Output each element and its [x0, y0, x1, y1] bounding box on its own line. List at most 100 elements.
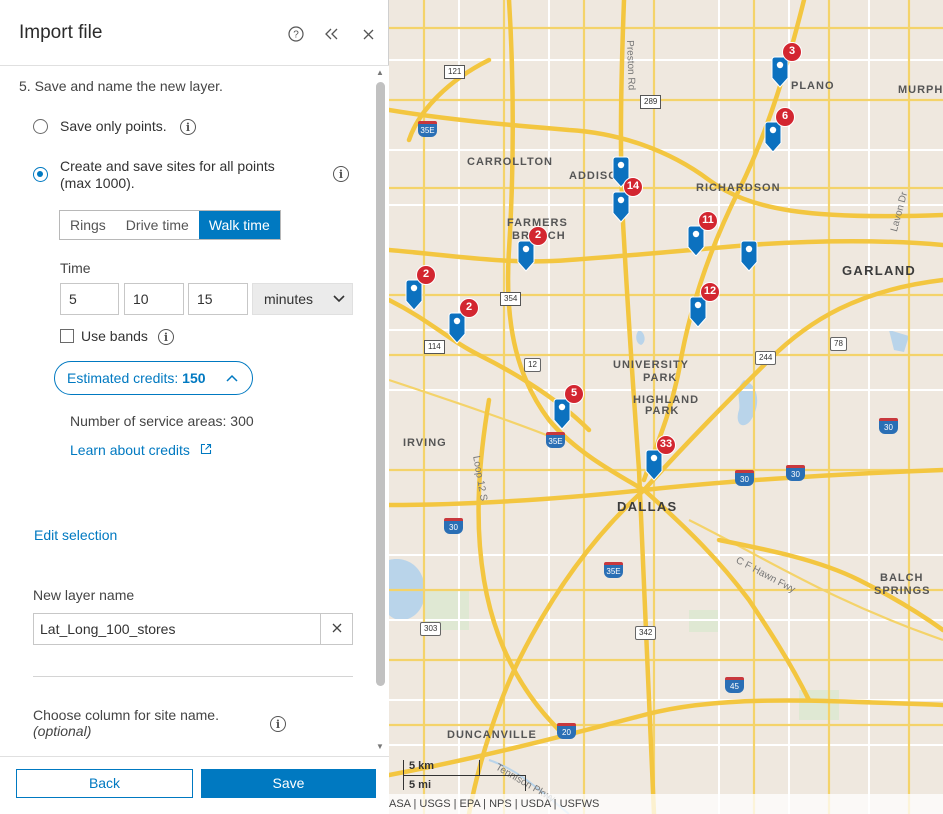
chevron-down-icon: [333, 284, 345, 324]
credits-value: 150: [182, 370, 206, 386]
chevrons-left-icon[interactable]: [322, 24, 342, 44]
service-areas-text: Number of service areas: 300: [70, 413, 254, 429]
scale-km-label: 5 km: [409, 760, 435, 772]
place-label: MURPH: [898, 84, 943, 96]
scale-tick: [403, 760, 404, 790]
cluster-count-badge[interactable]: 2: [528, 226, 548, 246]
place-label: CARROLLTON: [467, 156, 553, 168]
panel-body: 5. Save and name the new layer. Save onl…: [0, 66, 372, 756]
route-shield: 289: [640, 95, 662, 109]
import-file-panel: Import file ? 5. Save and name the new l…: [0, 0, 389, 814]
cluster-count-badge[interactable]: 2: [459, 298, 479, 318]
map-view[interactable]: CARROLLTON FARMERS BRANCH ADDISON RICHAR…: [389, 0, 943, 814]
tab-drive-time[interactable]: Drive time: [116, 211, 199, 239]
learn-about-credits-link[interactable]: Learn about credits: [70, 442, 212, 458]
cluster-count-badge[interactable]: 2: [416, 265, 436, 285]
route-shield: 78: [830, 337, 847, 351]
panel-title: Import file: [19, 22, 103, 43]
scale-tick: [525, 775, 526, 791]
scroll-up-icon[interactable]: ▲: [376, 68, 384, 77]
cluster-count-badge[interactable]: 3: [782, 42, 802, 62]
interstate-shield: 30: [735, 470, 754, 486]
time-input-1[interactable]: 5: [60, 283, 119, 315]
cluster-count-badge[interactable]: 11: [698, 211, 718, 231]
road-label: Preston Rd: [624, 40, 637, 91]
time-label: Time: [60, 260, 91, 276]
external-link-icon: [200, 442, 212, 458]
place-label: PARK: [643, 372, 678, 384]
scale-mi-label: 5 mi: [409, 779, 432, 791]
option-points-label: Save only points.: [60, 118, 167, 134]
place-label: IRVING: [403, 437, 447, 449]
cluster-count-badge[interactable]: 5: [564, 384, 584, 404]
option-sites-label: Create and save sites for all points (ma…: [60, 158, 275, 192]
info-icon[interactable]: i: [333, 166, 349, 182]
place-label: GARLAND: [842, 263, 917, 278]
route-shield: 114: [424, 340, 445, 354]
divider: [33, 676, 353, 677]
chevron-up-icon: [226, 362, 238, 406]
interstate-shield: 35E: [418, 121, 437, 137]
interstate-shield: 30: [879, 418, 898, 434]
use-bands-checkbox[interactable]: [60, 329, 74, 343]
use-bands-label: Use bands: [81, 328, 148, 344]
scale-line: [403, 775, 525, 776]
cluster-count-badge[interactable]: 14: [623, 177, 643, 197]
credits-label: Estimated credits:: [67, 370, 183, 386]
save-button[interactable]: Save: [201, 769, 376, 798]
option-sites-line2: (max 1000).: [60, 175, 135, 191]
place-label: BALCH: [880, 572, 924, 584]
place-label: DALLAS: [617, 499, 678, 514]
site-column-optional: (optional): [33, 723, 92, 739]
route-shield: 354: [500, 292, 522, 306]
place-label: RICHARDSON: [696, 182, 781, 194]
tab-walk-time[interactable]: Walk time: [198, 211, 280, 239]
info-icon[interactable]: i: [158, 329, 174, 345]
route-shield: 121: [444, 65, 466, 79]
place-label: SPRINGS: [874, 585, 931, 597]
layer-name-input[interactable]: Lat_Long_100_stores: [33, 613, 353, 645]
close-icon[interactable]: [358, 24, 378, 44]
map-attribution[interactable]: ASA | USGS | EPA | NPS | USDA | USFWS: [389, 794, 943, 814]
cluster-count-badge[interactable]: 12: [700, 282, 720, 302]
time-unit-select[interactable]: minutes: [252, 283, 353, 315]
time-unit-value: minutes: [264, 291, 314, 307]
scroll-down-icon[interactable]: ▼: [376, 742, 384, 751]
scroll-thumb[interactable]: [376, 82, 385, 686]
area-type-tabs: Rings Drive time Walk time: [59, 210, 281, 240]
cluster-count-badge[interactable]: 33: [656, 435, 676, 455]
service-areas-label: Number of service areas:: [70, 413, 231, 429]
route-shield: 342: [635, 626, 657, 640]
interstate-shield: 20: [557, 723, 576, 739]
interstate-shield: 35E: [604, 562, 623, 578]
place-label: PLANO: [791, 80, 835, 92]
layer-name-label: New layer name: [33, 587, 135, 603]
tab-rings[interactable]: Rings: [60, 211, 116, 239]
place-label: DUNCANVILLE: [447, 729, 537, 741]
interstate-shield: 45: [725, 677, 744, 693]
step-instruction: 5. Save and name the new layer.: [19, 78, 223, 94]
time-input-3[interactable]: 15: [188, 283, 248, 315]
panel-scrollbar[interactable]: ▲ ▼: [372, 66, 389, 756]
back-button[interactable]: Back: [16, 769, 193, 798]
panel-footer: Back Save: [0, 756, 389, 814]
edit-selection-link[interactable]: Edit selection: [34, 527, 117, 543]
estimated-credits-button[interactable]: Estimated credits: 150: [54, 361, 253, 395]
learn-link-label: Learn about credits: [70, 442, 190, 458]
interstate-shield: 30: [444, 518, 463, 534]
panel-header: Import file ?: [0, 0, 389, 66]
map-pin-icon[interactable]: [739, 240, 759, 272]
route-shield: 12: [524, 358, 541, 372]
scale-tick: [479, 760, 480, 776]
radio-save-only-points[interactable]: [33, 119, 48, 134]
help-circle-icon[interactable]: ?: [286, 24, 306, 44]
cluster-count-badge[interactable]: 6: [775, 107, 795, 127]
info-icon[interactable]: i: [270, 716, 286, 732]
scale-bar: 5 km 5 mi: [403, 758, 531, 794]
service-areas-value: 300: [230, 413, 254, 429]
info-icon[interactable]: i: [180, 119, 196, 135]
radio-create-sites[interactable]: [33, 167, 48, 182]
time-input-2[interactable]: 10: [124, 283, 184, 315]
clear-icon[interactable]: [320, 614, 352, 644]
interstate-shield: 30: [786, 465, 805, 481]
